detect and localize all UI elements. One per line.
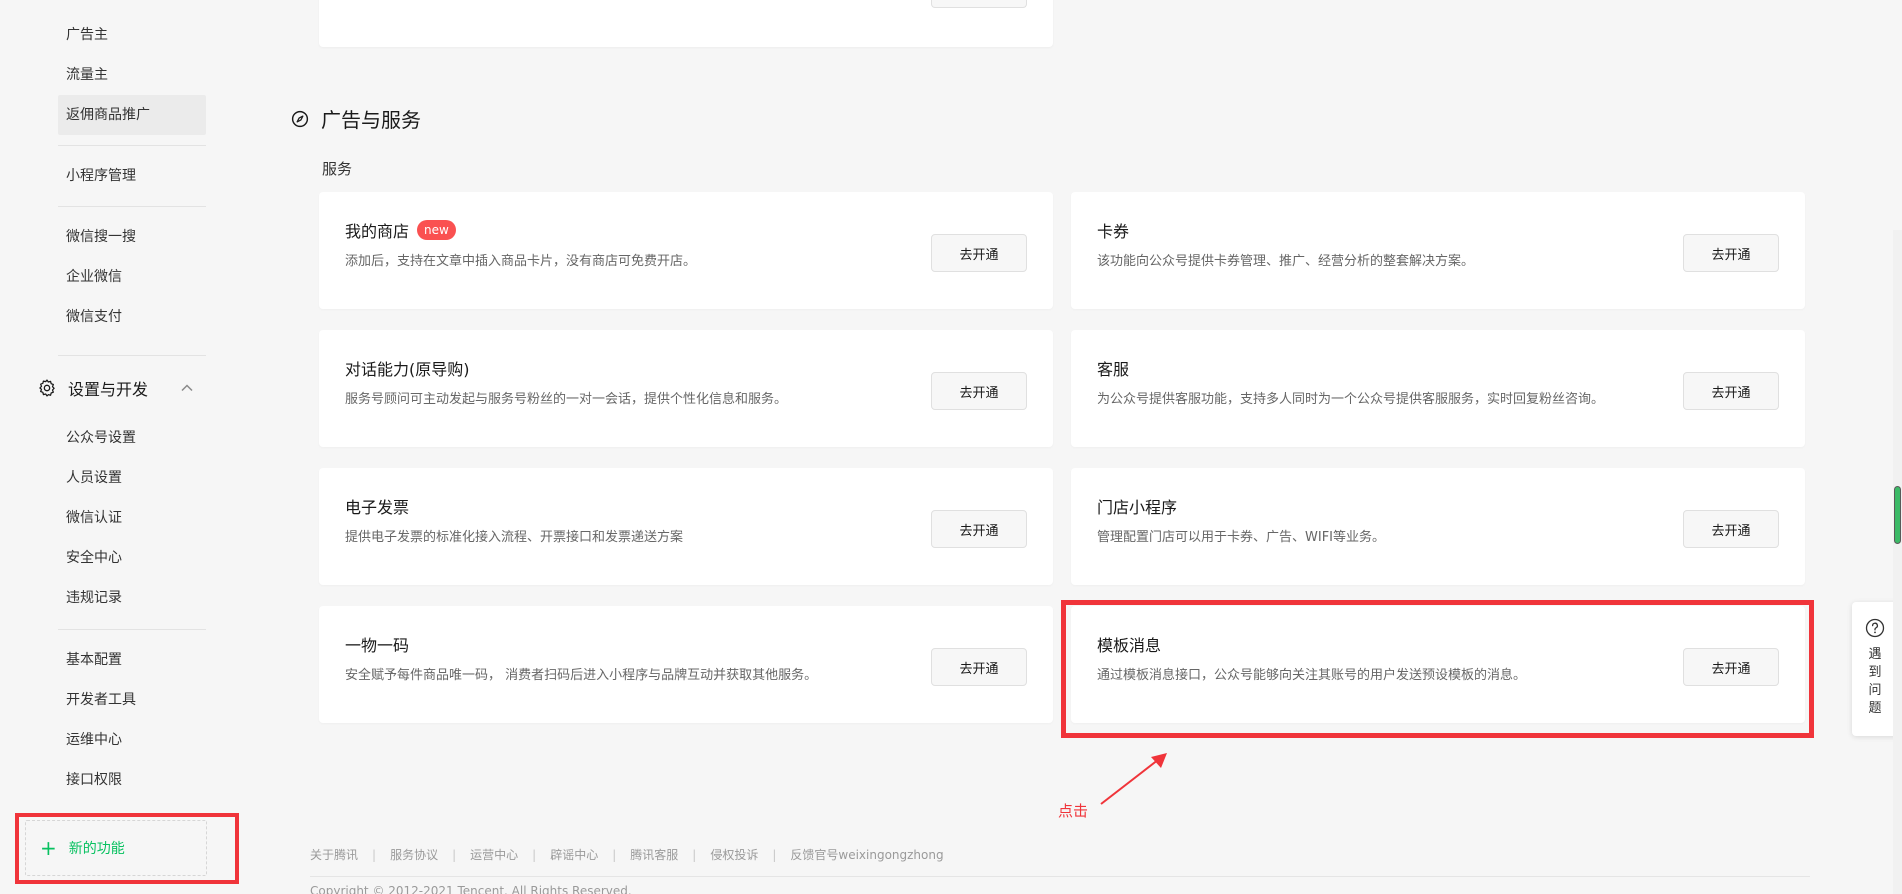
open-button[interactable]: 去开通 (1683, 234, 1779, 272)
footer-separator: | (692, 847, 697, 862)
footer-link-about[interactable]: 关于腾讯 (310, 846, 358, 863)
annotation-click-label: 点击 (1058, 802, 1089, 820)
sidebar-section-settings-dev[interactable]: 设置与开发 (37, 368, 207, 408)
card-title: 卡券 (1097, 222, 1130, 241)
service-card-coupons: 卡券 该功能向公众号提供卡券管理、推广、经营分析的整套解决方案。 去开通 (1071, 192, 1805, 309)
sidebar-divider (58, 206, 206, 207)
footer-divider (310, 876, 1810, 877)
open-button[interactable]: 去开通 (931, 234, 1027, 272)
services-subtitle: 服务 (322, 160, 353, 178)
copyright-text: Copyright © 2012-2021 Tencent. All Right… (310, 884, 632, 894)
sidebar-item-publisher[interactable]: 流量主 (58, 55, 206, 95)
footer-separator: | (372, 847, 377, 862)
sidebar-item-wechat-pay[interactable]: 微信支付 (58, 297, 206, 337)
main-content: 广告与服务 服务 我的商店 new 添加后，支持在文章中插入商品卡片，没有商店可… (280, 0, 1820, 894)
help-float-button[interactable]: 遇到问题 (1852, 602, 1898, 736)
sidebar-item-account-settings[interactable]: 公众号设置 (58, 418, 206, 458)
service-card-store-miniprogram: 门店小程序 管理配置门店可以用于卡券、广告、WIFI等业务。 去开通 (1071, 468, 1805, 585)
sidebar-item-dev-tools[interactable]: 开发者工具 (58, 680, 206, 720)
gear-icon (39, 379, 55, 397)
sidebar-item-member-settings[interactable]: 人员设置 (58, 458, 206, 498)
chevron-up-icon[interactable] (179, 380, 195, 396)
card-title: 一物一码 (345, 636, 410, 655)
footer-separator: | (452, 847, 457, 862)
sidebar-section-label: 设置与开发 (68, 380, 149, 399)
card-title: 模板消息 (1097, 636, 1162, 655)
footer-link-ops-center[interactable]: 运营中心 (470, 846, 518, 863)
sidebar-item-commission-promo[interactable]: 返佣商品推广 (58, 95, 206, 135)
service-card-conversation: 对话能力(原导购) 服务号顾问可主动发起与服务号粉丝的一对一会话，提供个性化信息… (319, 330, 1053, 447)
footer-separator: | (532, 847, 537, 862)
sidebar-item-wework[interactable]: 企业微信 (58, 257, 206, 297)
card-description: 安全赋予每件商品唯一码， 消费者扫码后进入小程序与品牌互动并获取其他服务。 (345, 668, 818, 683)
open-button-partial[interactable] (931, 0, 1027, 8)
question-icon (1865, 618, 1885, 638)
card-description: 管理配置门店可以用于卡券、广告、WIFI等业务。 (1097, 530, 1385, 545)
open-button[interactable]: 去开通 (1683, 510, 1779, 548)
footer-separator: | (612, 847, 617, 862)
help-label: 遇到问题 (1868, 647, 1882, 716)
service-card-e-invoice: 电子发票 提供电子发票的标准化接入流程、开票接口和发票递送方案 去开通 (319, 468, 1053, 585)
section-header: 广告与服务 (291, 104, 421, 133)
sidebar-item-advertiser[interactable]: 广告主 (58, 15, 206, 55)
open-button[interactable]: 去开通 (1683, 372, 1779, 410)
card-description: 为公众号提供客服功能，支持多人同时为一个公众号提供客服服务，实时回复粉丝咨询。 (1097, 392, 1605, 407)
card-description: 服务号顾问可主动发起与服务号粉丝的一对一会话，提供个性化信息和服务。 (345, 392, 788, 407)
service-card-template-message: 模板消息 通过模板消息接口，公众号能够向关注其账号的用户发送预设模板的消息。 去… (1071, 606, 1805, 723)
new-function-button[interactable]: + 新的功能 (25, 820, 207, 876)
card-title: 电子发票 (345, 498, 410, 517)
open-button[interactable]: 去开通 (931, 510, 1027, 548)
new-badge: new (417, 220, 456, 240)
sidebar-divider (58, 145, 206, 146)
footer-links: 关于腾讯 | 服务协议 | 运营中心 | 辟谣中心 | 腾讯客服 | 侵权投诉 … (310, 846, 944, 863)
service-card-customer-service: 客服 为公众号提供客服功能，支持多人同时为一个公众号提供客服服务，实时回复粉丝咨… (1071, 330, 1805, 447)
footer-link-rumor-center[interactable]: 辟谣中心 (550, 846, 598, 863)
sidebar-item-ops-center[interactable]: 运维中心 (58, 720, 206, 760)
sidebar-item-basic-config[interactable]: 基本配置 (58, 640, 206, 680)
sidebar-item-api-permissions[interactable]: 接口权限 (58, 760, 206, 800)
card-title: 客服 (1097, 360, 1130, 379)
footer-link-feedback-account[interactable]: 反馈官号weixingongzhong (790, 846, 943, 863)
footer-link-infringement[interactable]: 侵权投诉 (710, 846, 758, 863)
open-button[interactable]: 去开通 (931, 372, 1027, 410)
card-title: 我的商店 (345, 222, 410, 241)
sidebar-item-security-center[interactable]: 安全中心 (58, 538, 206, 578)
service-card-partial (319, 0, 1053, 47)
footer-link-terms[interactable]: 服务协议 (390, 846, 438, 863)
scrollbar-track[interactable] (1893, 230, 1902, 894)
service-card-my-store: 我的商店 new 添加后，支持在文章中插入商品卡片，没有商店可免费开店。 去开通 (319, 192, 1053, 309)
sidebar-item-verification[interactable]: 微信认证 (58, 498, 206, 538)
sidebar-divider (58, 355, 206, 356)
scrollbar-thumb[interactable] (1894, 486, 1901, 544)
new-function-label: 新的功能 (68, 841, 125, 857)
service-card-one-item-one-code: 一物一码 安全赋予每件商品唯一码， 消费者扫码后进入小程序与品牌互动并获取其他服… (319, 606, 1053, 723)
card-description: 该功能向公众号提供卡券管理、推广、经营分析的整套解决方案。 (1097, 254, 1475, 269)
card-description: 添加后，支持在文章中插入商品卡片，没有商店可免费开店。 (345, 254, 697, 269)
card-description: 通过模板消息接口，公众号能够向关注其账号的用户发送预设模板的消息。 (1097, 668, 1527, 683)
sidebar-item-miniprogram[interactable]: 小程序管理 (58, 156, 206, 196)
card-description: 提供电子发票的标准化接入流程、开票接口和发票递送方案 (345, 530, 684, 545)
sidebar-divider (58, 629, 206, 630)
sidebar-item-wechat-search[interactable]: 微信搜一搜 (58, 217, 206, 257)
footer-link-support[interactable]: 腾讯客服 (630, 846, 678, 863)
annotation-arrow-icon (1100, 753, 1167, 805)
sidebar-item-violations[interactable]: 违规记录 (58, 578, 206, 618)
card-title-wrap: 我的商店 new (345, 218, 456, 242)
card-title: 门店小程序 (1097, 498, 1178, 517)
compass-icon (291, 110, 309, 127)
footer-separator: | (772, 847, 777, 862)
plus-icon: + (40, 836, 57, 860)
open-button[interactable]: 去开通 (931, 648, 1027, 686)
section-title: 广告与服务 (321, 108, 421, 132)
sidebar: 广告主 流量主 返佣商品推广 小程序管理 微信搜一搜 企业微信 微信支付 设置与… (0, 0, 239, 894)
open-button[interactable]: 去开通 (1683, 648, 1779, 686)
card-title: 对话能力(原导购) (345, 360, 470, 379)
